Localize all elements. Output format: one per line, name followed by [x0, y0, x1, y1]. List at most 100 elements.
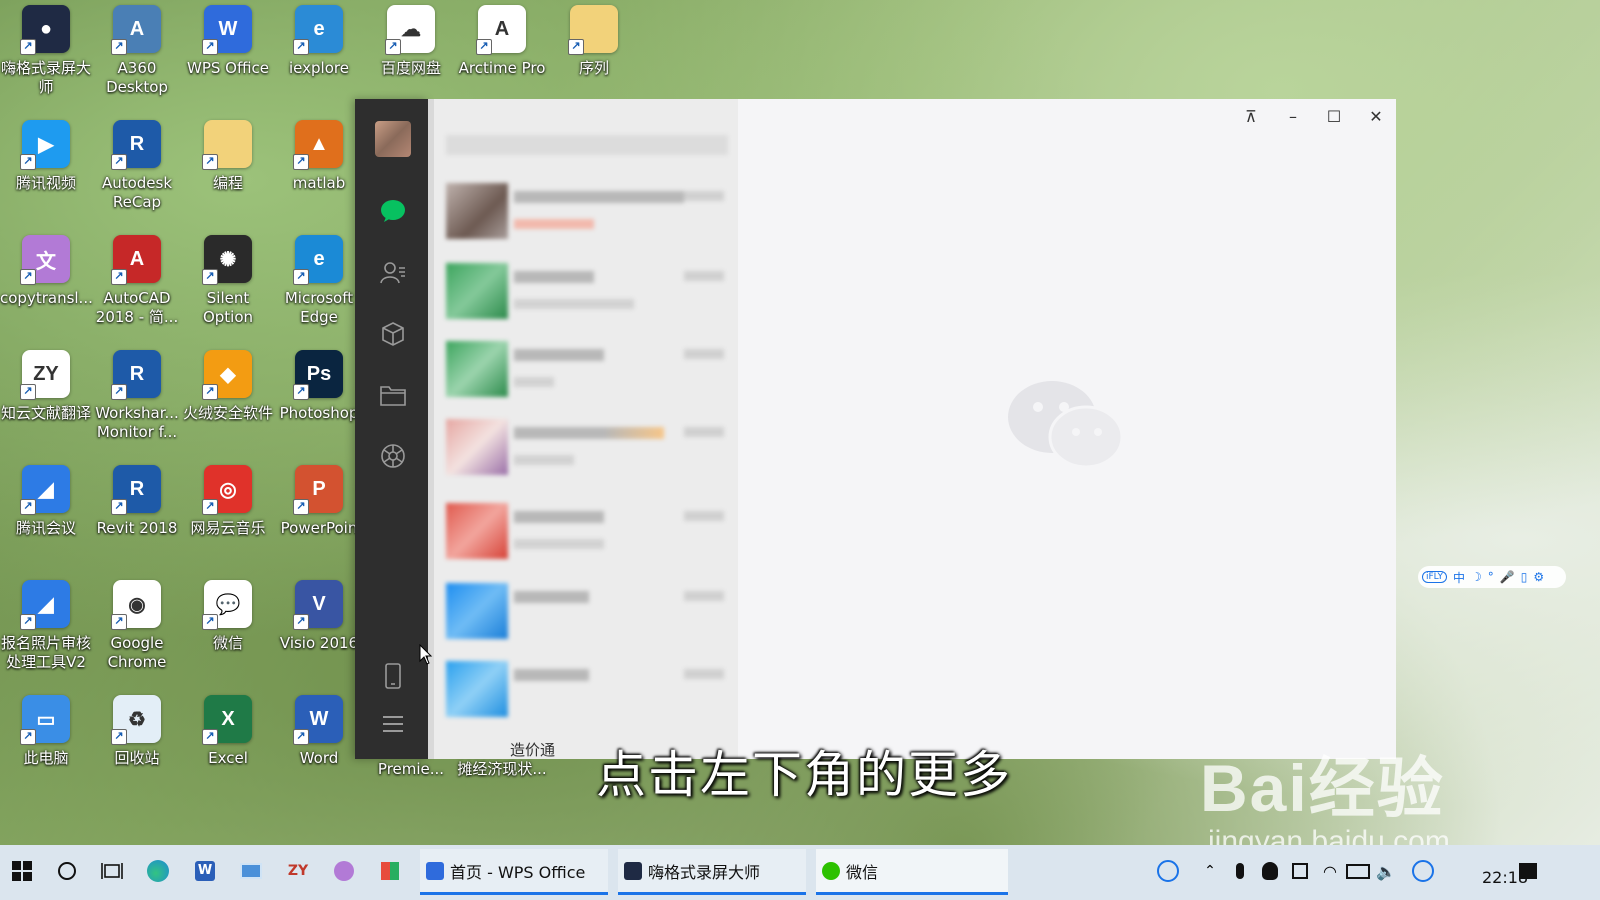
desktop-icon[interactable]: ↗ 编程 [182, 120, 274, 232]
shortcut-arrow-icon: ↗ [568, 39, 584, 55]
desktop-icon[interactable]: P ↗ PowerPoin [273, 465, 365, 577]
minimize-button[interactable]: – [1278, 106, 1308, 126]
ime-keyboard-icon[interactable]: ▯ [1521, 570, 1528, 584]
pin-icon[interactable]: ⊼ [1236, 106, 1266, 126]
desktop-icon[interactable]: X ↗ Excel [182, 695, 274, 807]
wechat-sidebar [355, 99, 428, 759]
chat-list-item[interactable] [446, 259, 728, 323]
copytranslator-icon[interactable] [326, 853, 362, 889]
maximize-button[interactable]: ☐ [1319, 106, 1349, 126]
shortcut-arrow-icon: ↗ [20, 269, 36, 285]
desktop-icon[interactable]: ▲ ↗ matlab [273, 120, 365, 232]
desktop-icon[interactable]: 💬 ↗ 微信 [182, 580, 274, 692]
desktop-icon-label: 嗨格式录屏大 师 [0, 59, 91, 96]
chat-list-item[interactable] [446, 415, 728, 479]
desktop-icon[interactable]: Ps ↗ Photoshop [273, 350, 365, 462]
excel-icon: X ↗ [202, 695, 252, 745]
taskbar-task-wps[interactable]: 首页 - WPS Office [420, 849, 608, 895]
search-box[interactable] [446, 135, 728, 155]
desktop-icon[interactable]: ● ↗ 嗨格式录屏大 师 [0, 5, 92, 117]
taskbar-task-recorder[interactable]: 嗨格式录屏大师 [618, 849, 806, 895]
chat-list-item[interactable] [446, 657, 728, 721]
shortcut-arrow-icon: ↗ [293, 384, 309, 400]
desktop-icon[interactable]: 文 ↗ copytransl... [0, 235, 93, 347]
desktop-icon[interactable]: ◆ ↗ 火绒安全软件 [182, 350, 274, 462]
app-grid-icon[interactable] [372, 853, 408, 889]
chat-main-pane [738, 99, 1396, 759]
desktop-icon[interactable]: W ↗ Word [273, 695, 365, 807]
search-icon[interactable] [49, 853, 85, 889]
desktop-icon[interactable]: ZY ↗ 知云文献翻译 [0, 350, 92, 462]
desktop-icon[interactable]: ♻ ↗ 回收站 [91, 695, 183, 807]
shortcut-arrow-icon: ↗ [111, 384, 127, 400]
shortcut-arrow-icon: ↗ [476, 39, 492, 55]
phone-icon[interactable] [379, 662, 407, 690]
close-button[interactable]: ✕ [1361, 106, 1391, 126]
desktop-icon[interactable]: e ↗ iexplore [273, 5, 365, 117]
internet-explorer-icon: e ↗ [293, 5, 343, 55]
desktop-icon-label: Arctime Pro [458, 59, 546, 77]
desktop-icon[interactable]: e ↗ Microsoft Edge [273, 235, 365, 347]
desktop-icon[interactable]: ▭ ↗ 此电脑 [0, 695, 92, 807]
zhiyun-icon[interactable]: ZY [280, 853, 316, 889]
chat-list-item[interactable] [446, 179, 728, 243]
chat-list-item[interactable] [446, 337, 728, 401]
desktop-icon[interactable]: A ↗ AutoCAD 2018 - 简... [91, 235, 183, 347]
desktop-icon-label: 知云文献翻译 [0, 404, 91, 422]
desktop-icon-label: 此电脑 [23, 749, 69, 767]
chat-icon[interactable] [379, 197, 407, 225]
desktop-icon[interactable]: V ↗ Visio 2016 [273, 580, 365, 692]
favorites-icon[interactable] [379, 320, 407, 348]
desktop-icon[interactable]: ◢ ↗ 报名照片审核 处理工具V2 [0, 580, 92, 692]
folder-icon[interactable] [379, 381, 407, 409]
desktop-icon-label: Visio 2016 [279, 634, 359, 652]
shortcut-arrow-icon: ↗ [202, 499, 218, 515]
desktop-icon[interactable]: ◢ ↗ 腾讯会议 [0, 465, 92, 577]
ime-moon-icon[interactable]: ☽ [1471, 570, 1482, 584]
word-icon: W ↗ [293, 695, 343, 745]
zhiyun-icon: ZY ↗ [20, 350, 70, 400]
desktop-icon[interactable]: ▶ ↗ 腾讯视频 [0, 120, 92, 232]
desktop-icon-label: 微信 [212, 634, 243, 652]
chat-list-item[interactable] [446, 579, 728, 643]
huorong-icon: ◆ ↗ [202, 350, 252, 400]
word-icon[interactable]: W [187, 853, 223, 889]
ime-language-icon[interactable] [1405, 853, 1441, 889]
ime-punct-icon[interactable]: ° [1488, 570, 1494, 584]
desktop-icon[interactable]: ◎ ↗ 网易云音乐 [182, 465, 274, 577]
ime-toolbar[interactable]: iFLY 中 ☽ ° 🎤 ▯ ⚙ [1418, 566, 1566, 588]
desktop-icon-label: A360 Desktop [106, 59, 168, 96]
ime-tray-icon[interactable] [1150, 853, 1186, 889]
taskbar-task-wechat[interactable]: 微信 [816, 849, 1008, 895]
shortcut-arrow-icon: ↗ [20, 614, 36, 630]
desktop-icon[interactable]: R ↗ Revit 2018 [91, 465, 183, 577]
start-button[interactable] [4, 853, 40, 889]
edge-icon[interactable] [140, 853, 176, 889]
mouse-cursor-icon [419, 643, 433, 670]
ime-mode-chinese[interactable]: 中 [1453, 569, 1465, 586]
desktop-icon[interactable]: ◉ ↗ Google Chrome [91, 580, 183, 692]
desktop-icon-label: AutoCAD 2018 - 简... [95, 289, 179, 326]
file-explorer-icon[interactable] [233, 853, 269, 889]
desktop-icon[interactable]: R ↗ Autodesk ReCap [91, 120, 183, 232]
arctime-icon: A ↗ [476, 5, 526, 55]
desktop-icon-label: Autodesk ReCap [101, 174, 173, 211]
desktop-icon-label: 腾讯视频 [15, 174, 76, 192]
desktop-icon[interactable]: W ↗ WPS Office [182, 5, 274, 117]
desktop-icon-label: Microsoft Edge [284, 289, 354, 326]
more-menu-icon[interactable] [379, 710, 407, 738]
ime-mic-icon[interactable]: 🎤 [1500, 570, 1515, 584]
notification-icon[interactable] [1510, 853, 1546, 889]
moments-icon[interactable] [379, 442, 407, 470]
user-avatar[interactable] [375, 121, 411, 157]
ime-settings-icon[interactable]: ⚙ [1533, 570, 1544, 584]
desktop-icon-label: 编程 [212, 174, 243, 192]
shortcut-arrow-icon: ↗ [111, 154, 127, 170]
desktop-icon[interactable]: A ↗ A360 Desktop [91, 5, 183, 117]
desktop-icon[interactable]: R ↗ Workshar... Monitor f... [91, 350, 183, 462]
chat-list-item[interactable] [446, 499, 728, 563]
task-view-icon[interactable] [94, 853, 130, 889]
volume-icon[interactable]: 🔈 [1368, 853, 1404, 889]
contacts-icon[interactable] [379, 259, 407, 287]
desktop-icon[interactable]: ✺ ↗ Silent Option [182, 235, 274, 347]
